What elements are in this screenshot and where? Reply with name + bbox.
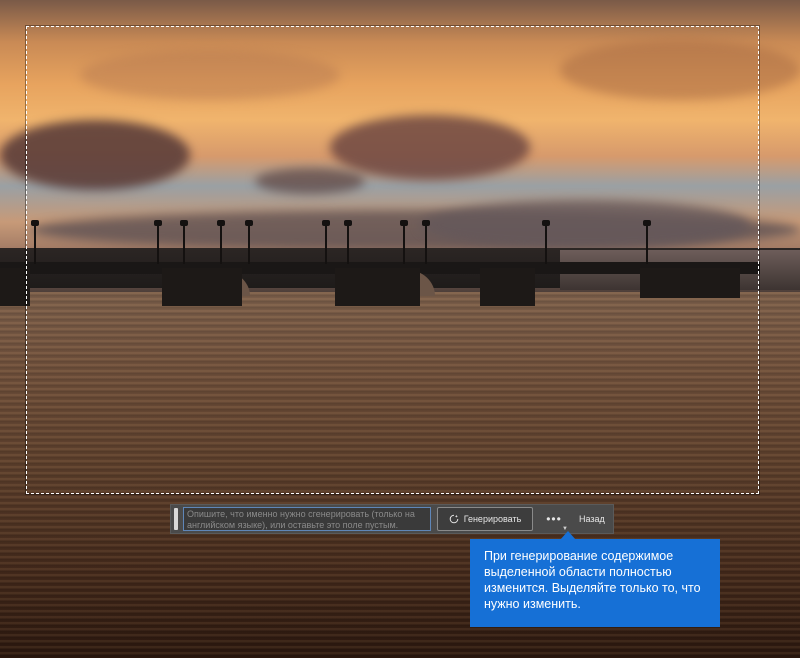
contextual-taskbar: Генерировать ••• ▼ Назад [170, 504, 614, 534]
generate-sparkle-icon [449, 514, 458, 524]
generate-button-label: Генерировать [463, 514, 522, 524]
drag-handle[interactable] [174, 508, 178, 530]
tooltip-text: При генерирование содержимое выделенной … [484, 549, 701, 611]
generation-tooltip: При генерирование содержимое выделенной … [470, 539, 720, 627]
generation-prompt-input[interactable] [183, 507, 431, 531]
more-dots-icon: ••• [546, 512, 562, 526]
more-options-button[interactable]: ••• ▼ [541, 507, 568, 532]
back-button[interactable]: Назад [573, 507, 611, 531]
generate-button[interactable]: Генерировать [437, 507, 533, 531]
